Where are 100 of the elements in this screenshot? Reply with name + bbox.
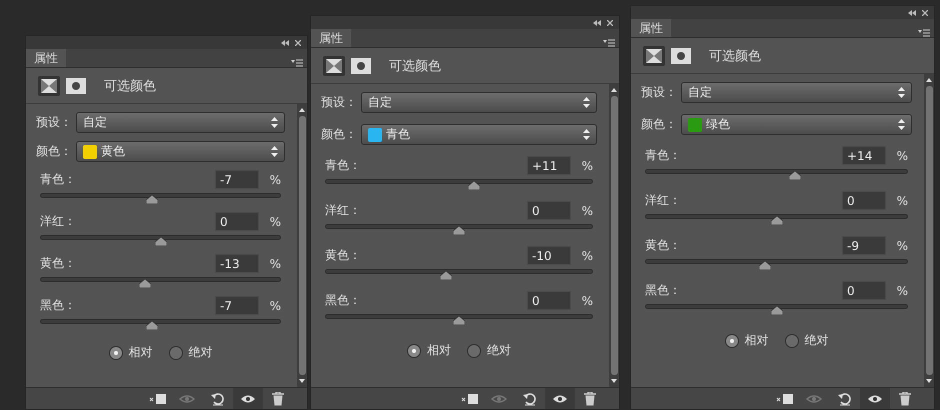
slider-label: 洋红：	[325, 202, 362, 219]
mask-icon[interactable]	[351, 58, 371, 74]
color-dropdown[interactable]: 黄色	[76, 141, 285, 162]
percent-unit: %	[268, 172, 281, 186]
scrollbar[interactable]	[609, 84, 619, 387]
preset-label: 预设：	[321, 94, 358, 111]
menu-icon[interactable]	[918, 29, 930, 37]
mask-icon[interactable]	[671, 48, 691, 64]
value-field[interactable]: 0	[527, 291, 571, 310]
slider-label: 黑色：	[325, 292, 362, 309]
color-label: 颜色：	[36, 143, 73, 160]
updown-arrows-icon	[583, 129, 590, 140]
preset-dropdown[interactable]: 自定	[361, 92, 597, 113]
scrollbar[interactable]	[924, 74, 934, 387]
trash-icon	[584, 392, 596, 406]
color-dropdown[interactable]: 青色	[361, 124, 597, 145]
slider-thumb[interactable]	[453, 316, 465, 325]
slider-label: 黄色：	[325, 247, 362, 264]
value-field[interactable]: 0	[215, 212, 259, 231]
color-dropdown[interactable]: 绿色	[681, 114, 912, 135]
value-field[interactable]: -7	[215, 170, 259, 189]
menu-icon[interactable]	[291, 59, 303, 67]
close-icon[interactable]	[922, 10, 928, 16]
reset-icon	[838, 392, 852, 406]
close-icon[interactable]	[607, 20, 613, 26]
radio-option[interactable]: 相对	[407, 342, 451, 359]
slider-thumb[interactable]	[758, 261, 771, 270]
close-icon[interactable]	[295, 40, 301, 46]
collapse-icon[interactable]	[908, 10, 916, 16]
eye-icon	[240, 394, 256, 404]
slider-thumb[interactable]	[453, 226, 465, 235]
scrollbar[interactable]	[297, 104, 307, 387]
eye-icon	[552, 394, 568, 404]
scroll-down-icon[interactable]	[926, 379, 932, 383]
scroll-up-icon[interactable]	[299, 108, 305, 112]
scroll-down-icon[interactable]	[299, 379, 305, 383]
mask-icon[interactable]	[66, 78, 86, 94]
slider-label: 黑色：	[645, 282, 682, 299]
slider-label: 青色：	[325, 157, 362, 174]
panel-tab[interactable]: 属性	[631, 19, 671, 37]
panel-title: 可选颜色	[389, 58, 441, 74]
slider-thumb[interactable]	[770, 306, 782, 315]
visibility-button[interactable]	[860, 388, 890, 409]
percent-unit: %	[896, 238, 908, 252]
value-field[interactable]: 0	[527, 201, 571, 220]
slider-label: 青色：	[40, 171, 77, 188]
collapse-icon[interactable]	[593, 20, 601, 26]
slider-label: 黑色：	[40, 297, 77, 314]
scroll-up-icon[interactable]	[611, 88, 617, 92]
preset-dropdown[interactable]: 自定	[681, 82, 912, 103]
scroll-up-icon[interactable]	[926, 78, 932, 82]
radio-option[interactable]: 绝对	[467, 342, 511, 359]
slider-thumb[interactable]	[146, 321, 158, 330]
adjustment-icon	[323, 56, 345, 76]
percent-unit: %	[896, 284, 908, 298]
visibility-button[interactable]	[545, 388, 575, 409]
scroll-down-icon[interactable]	[611, 379, 617, 383]
value-field[interactable]: +14	[842, 146, 886, 165]
slider-thumb[interactable]	[146, 195, 158, 204]
slider-thumb[interactable]	[770, 216, 782, 225]
visibility-button[interactable]	[233, 388, 263, 409]
radio-option[interactable]: 相对	[108, 344, 152, 361]
radio-option[interactable]: 相对	[724, 332, 768, 349]
percent-unit: %	[580, 294, 593, 308]
value-field[interactable]: 0	[842, 281, 886, 300]
color-label: 颜色：	[641, 116, 678, 133]
slider-thumb[interactable]	[138, 279, 151, 288]
value-field[interactable]: -9	[842, 236, 886, 255]
color-label: 颜色：	[321, 126, 358, 143]
preset-dropdown[interactable]: 自定	[76, 112, 285, 133]
value-field[interactable]: -10	[527, 246, 571, 265]
percent-unit: %	[896, 148, 908, 162]
value-field[interactable]: 0	[842, 191, 886, 210]
percent-unit: %	[268, 214, 281, 228]
value-field[interactable]: -7	[215, 296, 259, 315]
slider-thumb[interactable]	[154, 237, 166, 246]
updown-arrows-icon	[271, 117, 278, 128]
slider-label: 洋红：	[645, 192, 682, 209]
slider-thumb[interactable]	[788, 171, 801, 180]
updown-arrows-icon	[898, 87, 905, 98]
preset-label: 预设：	[36, 114, 73, 131]
radio-option[interactable]: 绝对	[168, 344, 212, 361]
value-field[interactable]: +11	[527, 156, 571, 175]
slider-thumb[interactable]	[440, 271, 452, 280]
panel-tab[interactable]: 属性	[26, 49, 66, 67]
collapse-icon[interactable]	[281, 40, 289, 46]
updown-arrows-icon	[583, 97, 590, 108]
slider-label: 黄色：	[40, 255, 77, 272]
clip-layer-icon	[776, 392, 794, 404]
adjustment-icon	[38, 76, 60, 96]
percent-unit: %	[268, 298, 281, 312]
value-field[interactable]: -13	[215, 254, 259, 273]
radio-option[interactable]: 绝对	[784, 332, 828, 349]
menu-icon[interactable]	[603, 39, 615, 47]
percent-unit: %	[268, 256, 281, 270]
slider-label: 洋红：	[40, 213, 77, 230]
panel-title: 可选颜色	[709, 48, 761, 64]
slider-thumb[interactable]	[468, 181, 480, 190]
reset-icon	[211, 392, 225, 406]
panel-tab[interactable]: 属性	[311, 29, 351, 47]
